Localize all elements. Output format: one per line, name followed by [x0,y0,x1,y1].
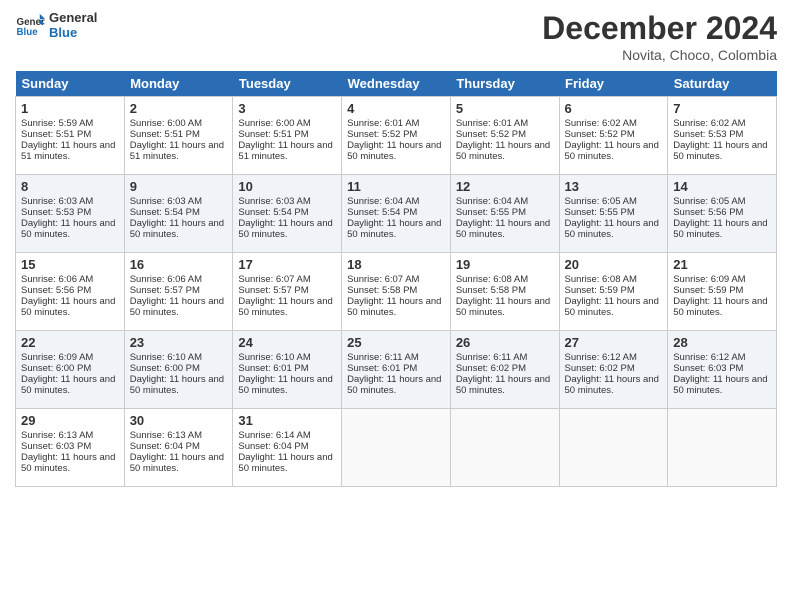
logo-icon: General Blue [15,10,45,40]
cell-dec29: 29 Sunrise: 6:13 AMSunset: 6:03 PMDaylig… [16,409,125,487]
cell-empty [450,409,559,487]
cell-dec23: 23 Sunrise: 6:10 AMSunset: 6:00 PMDaylig… [124,331,233,409]
logo: General Blue General Blue [15,10,97,40]
cell-dec2: 2 Sunrise: 6:00 AMSunset: 5:51 PMDayligh… [124,97,233,175]
cell-dec26: 26 Sunrise: 6:11 AMSunset: 6:02 PMDaylig… [450,331,559,409]
svg-text:Blue: Blue [17,27,39,38]
cell-dec18: 18 Sunrise: 6:07 AMSunset: 5:58 PMDaylig… [342,253,451,331]
cell-dec10: 10 Sunrise: 6:03 AMSunset: 5:54 PMDaylig… [233,175,342,253]
col-monday: Monday [124,71,233,97]
page-container: General Blue General Blue December 2024 … [0,0,792,497]
cell-dec6: 6 Sunrise: 6:02 AMSunset: 5:52 PMDayligh… [559,97,668,175]
calendar-table: Sunday Monday Tuesday Wednesday Thursday… [15,71,777,487]
col-saturday: Saturday [668,71,777,97]
table-row: 22 Sunrise: 6:09 AMSunset: 6:00 PMDaylig… [16,331,777,409]
header-row: Sunday Monday Tuesday Wednesday Thursday… [16,71,777,97]
cell-dec31: 31 Sunrise: 6:14 AMSunset: 6:04 PMDaylig… [233,409,342,487]
month-title: December 2024 [542,10,777,47]
cell-dec28: 28 Sunrise: 6:12 AMSunset: 6:03 PMDaylig… [668,331,777,409]
cell-dec4: 4 Sunrise: 6:01 AMSunset: 5:52 PMDayligh… [342,97,451,175]
cell-dec12: 12 Sunrise: 6:04 AMSunset: 5:55 PMDaylig… [450,175,559,253]
cell-empty [668,409,777,487]
location: Novita, Choco, Colombia [542,47,777,63]
cell-dec17: 17 Sunrise: 6:07 AMSunset: 5:57 PMDaylig… [233,253,342,331]
col-sunday: Sunday [16,71,125,97]
table-row: 15 Sunrise: 6:06 AMSunset: 5:56 PMDaylig… [16,253,777,331]
cell-empty [559,409,668,487]
logo-general: General [49,10,97,25]
title-section: December 2024 Novita, Choco, Colombia [542,10,777,63]
cell-dec1: 1 Sunrise: 5:59 AMSunset: 5:51 PMDayligh… [16,97,125,175]
col-thursday: Thursday [450,71,559,97]
table-row: 29 Sunrise: 6:13 AMSunset: 6:03 PMDaylig… [16,409,777,487]
cell-dec25: 25 Sunrise: 6:11 AMSunset: 6:01 PMDaylig… [342,331,451,409]
logo-blue: Blue [49,25,97,40]
cell-dec16: 16 Sunrise: 6:06 AMSunset: 5:57 PMDaylig… [124,253,233,331]
cell-dec14: 14 Sunrise: 6:05 AMSunset: 5:56 PMDaylig… [668,175,777,253]
table-row: 1 Sunrise: 5:59 AMSunset: 5:51 PMDayligh… [16,97,777,175]
cell-dec5: 5 Sunrise: 6:01 AMSunset: 5:52 PMDayligh… [450,97,559,175]
cell-dec21: 21 Sunrise: 6:09 AMSunset: 5:59 PMDaylig… [668,253,777,331]
cell-dec7: 7 Sunrise: 6:02 AMSunset: 5:53 PMDayligh… [668,97,777,175]
cell-dec11: 11 Sunrise: 6:04 AMSunset: 5:54 PMDaylig… [342,175,451,253]
cell-dec30: 30 Sunrise: 6:13 AMSunset: 6:04 PMDaylig… [124,409,233,487]
cell-dec27: 27 Sunrise: 6:12 AMSunset: 6:02 PMDaylig… [559,331,668,409]
cell-dec19: 19 Sunrise: 6:08 AMSunset: 5:58 PMDaylig… [450,253,559,331]
cell-dec20: 20 Sunrise: 6:08 AMSunset: 5:59 PMDaylig… [559,253,668,331]
cell-empty [342,409,451,487]
cell-dec15: 15 Sunrise: 6:06 AMSunset: 5:56 PMDaylig… [16,253,125,331]
table-row: 8 Sunrise: 6:03 AMSunset: 5:53 PMDayligh… [16,175,777,253]
cell-dec3: 3 Sunrise: 6:00 AMSunset: 5:51 PMDayligh… [233,97,342,175]
col-tuesday: Tuesday [233,71,342,97]
page-header: General Blue General Blue December 2024 … [15,10,777,63]
cell-dec9: 9 Sunrise: 6:03 AMSunset: 5:54 PMDayligh… [124,175,233,253]
col-friday: Friday [559,71,668,97]
cell-dec22: 22 Sunrise: 6:09 AMSunset: 6:00 PMDaylig… [16,331,125,409]
cell-dec24: 24 Sunrise: 6:10 AMSunset: 6:01 PMDaylig… [233,331,342,409]
cell-dec13: 13 Sunrise: 6:05 AMSunset: 5:55 PMDaylig… [559,175,668,253]
col-wednesday: Wednesday [342,71,451,97]
cell-dec8: 8 Sunrise: 6:03 AMSunset: 5:53 PMDayligh… [16,175,125,253]
